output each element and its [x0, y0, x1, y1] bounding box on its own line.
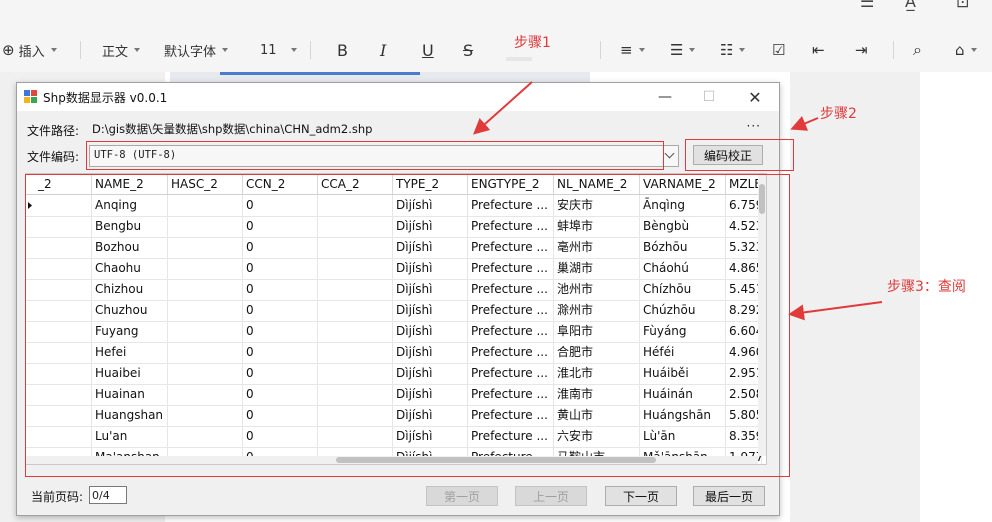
insert-label: 插入 [18, 44, 45, 60]
minimize-button[interactable]: — [645, 85, 685, 109]
font-label: 默认字体 [164, 44, 217, 60]
browse-button[interactable]: ··· [747, 119, 761, 133]
path-label: 文件路径: [27, 124, 80, 138]
insert-menu[interactable]: ⊕ 插入 [2, 38, 57, 62]
toolbar-divider [310, 41, 311, 59]
font-size-select[interactable]: 11 [260, 38, 297, 62]
next-page-button[interactable]: 下一页 [605, 486, 677, 506]
numbered-list-icon[interactable]: ☷ [720, 38, 746, 62]
close-button[interactable]: ✕ [735, 85, 775, 109]
search-icon[interactable]: ⌕ [913, 38, 922, 62]
strikethrough-button[interactable]: S [463, 38, 473, 62]
step2-label: 步骤2 [820, 106, 857, 122]
path-field[interactable]: D:\gis数据\矢量数据\shp数据\china\CHN_adm2.shp ·… [89, 119, 765, 139]
step3-highlight-box [25, 174, 790, 477]
caret-down-icon [134, 48, 141, 52]
caret-down-icon [222, 48, 229, 52]
size-label: 11 [260, 42, 277, 58]
step1-label: 步骤1 [514, 35, 551, 51]
bold-button[interactable]: B [337, 38, 348, 62]
step3-label: 步骤3：查阅 [887, 279, 966, 295]
app-icon [24, 90, 37, 103]
paragraph-style-select[interactable]: 正文 [102, 38, 141, 62]
checkbox-icon[interactable]: ☑ [772, 38, 785, 62]
caret-down-icon [739, 48, 746, 52]
font-select[interactable]: 默认字体 [164, 38, 229, 62]
underline-button[interactable]: U [422, 38, 434, 62]
path-value: D:\gis数据\矢量数据\shp数据\china\CHN_adm2.shp [92, 122, 373, 136]
menu-icon[interactable]: ☰ [860, 0, 874, 11]
toolbar-divider [80, 41, 81, 59]
caret-down-icon [50, 48, 57, 52]
toolbar-divider [600, 41, 601, 59]
page-label: 当前页码: [31, 490, 84, 504]
step2-highlight-box [685, 139, 794, 171]
style-label: 正文 [102, 44, 129, 60]
page-number-field[interactable]: 0/4 [89, 486, 127, 504]
editor-toolbar: ☰ A̲ ⊡ ⊕ 插入 正文 默认字体 11 B I U S ≡ ☰ ☷ ☑ ⇤… [0, 0, 992, 72]
indent-icon[interactable]: ⇥ [855, 38, 868, 62]
title-bar: Shp数据显示器 v0.0.1 — ☐ ✕ [17, 83, 779, 111]
prev-page-button[interactable]: 上一页 [515, 486, 587, 506]
align-icon[interactable]: ≡ [620, 38, 645, 62]
more-tools-icon[interactable]: ⌂ [955, 38, 977, 62]
caret-down-icon [970, 48, 977, 52]
toolbar-divider [893, 41, 894, 59]
outdent-icon[interactable]: ⇤ [812, 38, 825, 62]
plus-circle-icon: ⊕ [2, 41, 15, 59]
chevron-down-icon[interactable] [663, 145, 679, 167]
first-page-button[interactable]: 第一页 [426, 486, 498, 506]
caret-down-icon [638, 48, 645, 52]
step1-highlight-box [86, 141, 664, 170]
italic-button[interactable]: I [380, 38, 386, 62]
caret-down-icon [689, 48, 696, 52]
embedded-image-strip [170, 72, 590, 82]
document-page-right [920, 72, 992, 522]
caret-down-icon [290, 48, 297, 52]
window-title: Shp数据显示器 v0.0.1 [43, 91, 168, 105]
encoding-label: 文件编码: [27, 150, 80, 164]
maximize-button[interactable]: ☐ [689, 85, 729, 109]
last-page-button[interactable]: 最后一页 [693, 486, 765, 506]
bullet-list-icon[interactable]: ☰ [670, 38, 696, 62]
window-icon[interactable]: ⊡ [956, 0, 969, 11]
font-style-icon[interactable]: A̲ [905, 0, 916, 11]
